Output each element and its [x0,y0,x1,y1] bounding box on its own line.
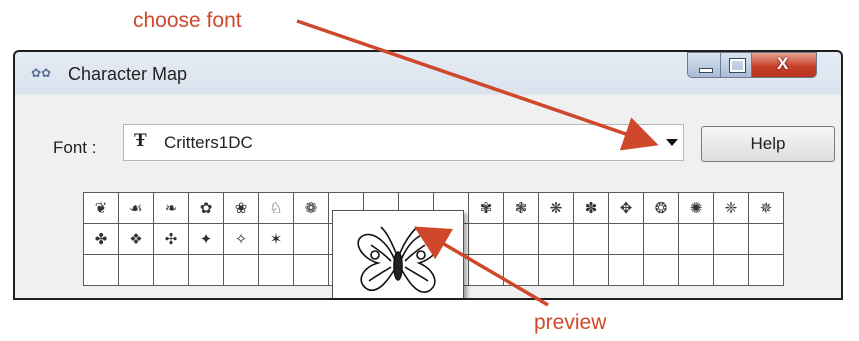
help-button[interactable]: Help [701,126,835,162]
font-value: Critters1DC [164,133,253,152]
annotation-preview: preview [534,311,607,334]
character-cell[interactable] [223,254,259,286]
character-cell[interactable] [713,223,749,255]
character-cell[interactable] [468,223,504,255]
minimize-button[interactable] [687,52,721,78]
character-cell[interactable] [468,254,504,286]
character-cell[interactable]: ✺ [678,192,714,224]
character-cell[interactable] [573,254,609,286]
title-bar[interactable]: ✿✿ Character Map X [15,52,841,96]
character-cell[interactable]: ❈ [713,192,749,224]
character-cell[interactable] [608,254,644,286]
character-cell[interactable] [643,254,679,286]
character-cell[interactable] [188,254,224,286]
character-cell[interactable]: ✦ [188,223,224,255]
character-cell[interactable]: ❧ [153,192,189,224]
character-cell[interactable] [748,223,784,255]
character-cell[interactable] [608,223,644,255]
font-dropdown[interactable]: Ŧ Critters1DC [123,124,684,161]
character-cell[interactable] [118,254,154,286]
character-cell[interactable] [713,254,749,286]
character-cell[interactable] [748,254,784,286]
character-cell[interactable]: ❂ [643,192,679,224]
character-cell[interactable] [538,254,574,286]
character-cell[interactable]: ❃ [503,192,539,224]
character-cell[interactable] [503,223,539,255]
character-cell[interactable] [153,254,189,286]
annotation-choose-font: choose font [133,9,242,32]
minimize-icon [699,68,713,73]
character-cell[interactable]: ♘ [258,192,294,224]
maximize-icon [729,58,746,73]
font-label: Font : [53,138,97,157]
character-cell[interactable]: ✽ [573,192,609,224]
character-cell[interactable]: ❖ [118,223,154,255]
character-cell[interactable] [678,254,714,286]
character-cell[interactable]: ☙ [118,192,154,224]
character-cell[interactable]: ✾ [468,192,504,224]
character-cell[interactable] [573,223,609,255]
character-cell[interactable] [258,254,294,286]
character-cell[interactable]: ✿ [188,192,224,224]
maximize-button[interactable] [720,52,752,78]
character-cell[interactable]: ✤ [83,223,119,255]
character-cell[interactable]: ❋ [538,192,574,224]
character-cell[interactable] [293,254,329,286]
character-preview [332,210,464,298]
character-cell[interactable]: ✶ [258,223,294,255]
butterfly-glyph-icon [357,226,441,293]
window-title: Character Map [68,64,188,84]
character-cell[interactable]: ❁ [293,192,329,224]
character-cell[interactable] [678,223,714,255]
character-cell[interactable] [643,223,679,255]
character-cell[interactable] [293,223,329,255]
character-cell[interactable]: ❀ [223,192,259,224]
character-cell[interactable]: ✣ [153,223,189,255]
character-map-window: ✿✿ Character Map X Font : Ŧ Critters1DC … [13,50,843,300]
character-map-icon: ✿✿ [31,66,52,80]
character-cell[interactable] [503,254,539,286]
character-cell[interactable]: ❦ [83,192,119,224]
close-button[interactable]: X [751,52,817,78]
character-cell[interactable] [538,223,574,255]
close-icon: X [777,54,789,73]
truetype-icon: Ŧ [134,130,147,151]
character-cell[interactable]: ✥ [608,192,644,224]
character-cell[interactable]: ✵ [748,192,784,224]
character-cell[interactable] [83,254,119,286]
character-cell[interactable]: ✧ [223,223,259,255]
chevron-down-icon[interactable] [666,139,678,146]
